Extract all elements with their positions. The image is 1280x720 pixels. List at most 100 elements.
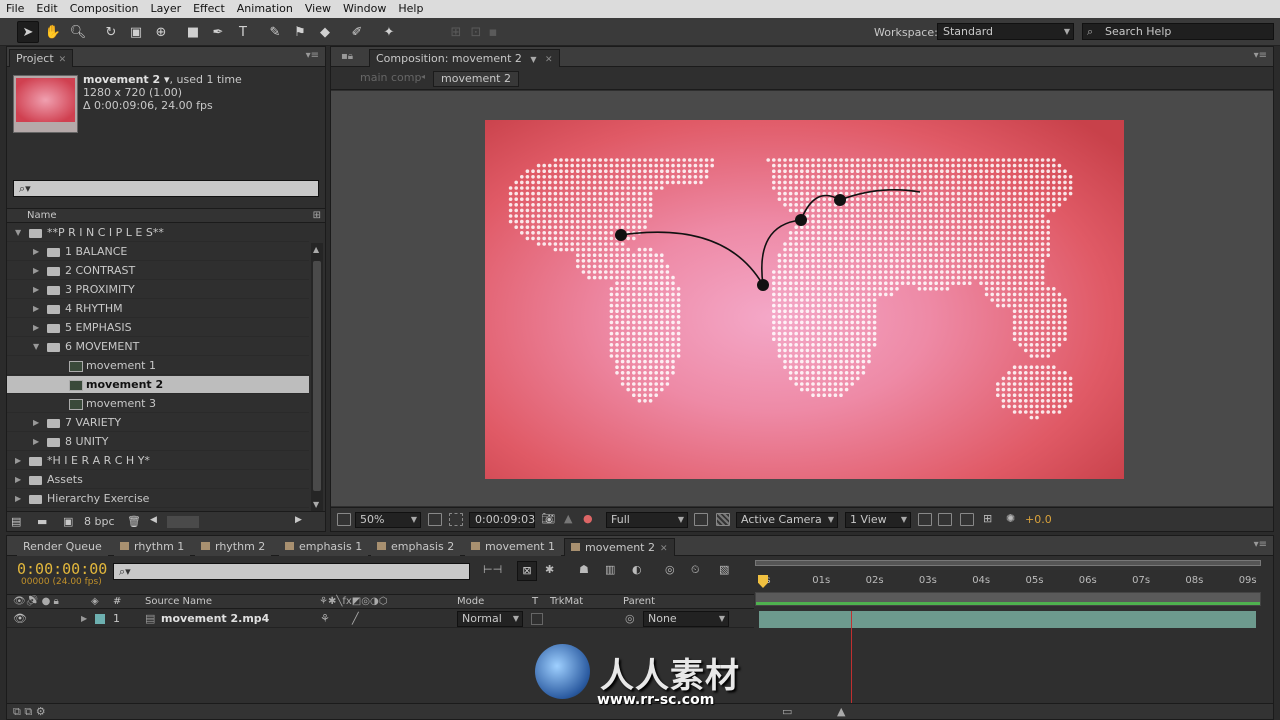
col-source-name[interactable]: Source Name xyxy=(145,595,212,609)
eye-icon[interactable]: 👁︎ xyxy=(13,610,27,628)
close-icon[interactable]: ✕ xyxy=(545,55,553,65)
close-icon[interactable]: ✕ xyxy=(59,55,67,65)
live-update-icon[interactable]: ⊠ xyxy=(517,561,537,581)
rotate-tool-icon[interactable]: ↻ xyxy=(100,21,122,43)
tab-render-queue[interactable]: Render Queue xyxy=(17,538,108,556)
comp-row[interactable]: movement 1 xyxy=(7,357,309,375)
roto-brush-tool-icon[interactable]: ✐ xyxy=(346,21,368,43)
layer-duration-bar[interactable] xyxy=(759,611,1256,628)
folder-row[interactable]: ▶ 8 UNITY xyxy=(7,433,309,451)
pan-behind-tool-icon[interactable]: ⊕ xyxy=(150,21,172,43)
time-ruler[interactable]: 0s01s02s03s04s05s06s07s08s09s xyxy=(755,557,1263,595)
new-folder-icon[interactable]: ▬ xyxy=(37,515,47,528)
workspace-select[interactable]: Standard ▼ xyxy=(937,23,1074,40)
flowchart-icon[interactable]: ⊞ xyxy=(983,512,992,525)
zoom-out-icon[interactable]: ▭ xyxy=(782,705,792,718)
twirl-closed-icon[interactable]: ▶ xyxy=(33,281,39,299)
snapshot-icon[interactable]: 📷︎ xyxy=(541,512,555,525)
menu-layer[interactable]: Layer xyxy=(144,0,187,18)
timeline-search-input[interactable]: ⌕▾ xyxy=(113,563,470,580)
always-preview-icon[interactable] xyxy=(337,513,351,526)
folder-row[interactable]: ▶ Assets xyxy=(7,471,309,489)
auto-keyframe-icon[interactable]: ▧ xyxy=(719,563,729,576)
scroll-left-icon[interactable]: ◀ xyxy=(150,515,157,525)
scroll-up-icon[interactable]: ▲ xyxy=(313,245,319,254)
menu-composition[interactable]: Composition xyxy=(64,0,145,18)
tab-emphasis-1[interactable]: emphasis 1 xyxy=(279,538,369,556)
twirl-open-icon[interactable]: ▼ xyxy=(33,338,39,356)
label-icon[interactable]: ◈ xyxy=(91,595,99,609)
folder-row[interactable]: ▶ 2 CONTRAST xyxy=(7,262,309,280)
clone-stamp-tool-icon[interactable]: ⚑ xyxy=(289,21,311,43)
graph-editor-icon[interactable]: ◎ xyxy=(665,563,675,576)
zoom-select[interactable]: 50% ▼ xyxy=(355,512,421,528)
tab-rhythm-2[interactable]: rhythm 2 xyxy=(195,538,272,556)
comp-row[interactable]: movement 3 xyxy=(7,395,309,413)
selection-tool-icon[interactable]: ➤ xyxy=(17,21,39,43)
pickwhip-icon[interactable]: ◎ xyxy=(625,610,635,628)
menu-animation[interactable]: Animation xyxy=(231,0,299,18)
brush-tool-icon[interactable]: ✎ xyxy=(264,21,286,43)
menu-help[interactable]: Help xyxy=(392,0,429,18)
fast-preview-icon[interactable] xyxy=(938,513,952,526)
camera-tool-icon[interactable]: ▣ xyxy=(125,21,147,43)
tab-composition[interactable]: Composition: movement 2 ▼ ✕ xyxy=(369,49,560,67)
fast-previews-icon[interactable] xyxy=(694,513,708,526)
brainstorm-icon[interactable]: ⏲ xyxy=(691,563,700,577)
tab-rhythm-1[interactable]: rhythm 1 xyxy=(114,538,191,556)
project-search-input[interactable]: ⌕▾ xyxy=(13,180,319,197)
menu-edit[interactable]: Edit xyxy=(30,0,63,18)
label-color-swatch[interactable] xyxy=(95,614,105,624)
lock-icon[interactable]: ▪🔒︎ xyxy=(341,51,353,62)
pen-tool-icon[interactable]: ✒ xyxy=(207,21,229,43)
folder-row[interactable]: ▶ Hierarchy Exercise xyxy=(7,490,309,508)
twirl-icon[interactable]: ▶ xyxy=(81,610,87,628)
folder-row[interactable]: ▶ 7 VARIETY xyxy=(7,414,309,432)
project-scrollbar[interactable]: ▲ ▼ xyxy=(311,243,323,511)
toggle-switches-icon[interactable]: ⧉ ⧉ ⚙ xyxy=(13,705,46,719)
resolution-select[interactable]: Full ▼ xyxy=(606,512,688,528)
comp-mini-flowchart-icon[interactable]: ⊢⊣ xyxy=(483,563,502,576)
rectangle-tool-icon[interactable]: ■ xyxy=(182,21,204,43)
folder-row[interactable]: ▶ 3 PROXIMITY xyxy=(7,281,309,299)
zoom-in-icon[interactable]: ▲ xyxy=(837,705,845,718)
panel-menu-icon[interactable]: ▾≡ xyxy=(306,50,319,61)
work-area-bar[interactable] xyxy=(755,592,1261,606)
menu-view[interactable]: View xyxy=(299,0,337,18)
transparency-grid-icon[interactable] xyxy=(449,513,463,526)
shy-switch-icon[interactable]: ⚘ xyxy=(320,610,330,628)
exposure-value[interactable]: +0.0 xyxy=(1025,513,1052,526)
shy-layers-icon[interactable]: ☗ xyxy=(579,563,589,576)
menu-effect[interactable]: Effect xyxy=(187,0,231,18)
layer-name[interactable]: movement 2.mp4 xyxy=(161,610,269,628)
camera-select[interactable]: Active Camera ▼ xyxy=(736,512,838,528)
twirl-closed-icon[interactable]: ▶ xyxy=(33,319,39,337)
crumb-main-comp[interactable]: main comp xyxy=(353,71,428,87)
flowchart-icon[interactable]: ⊞ xyxy=(313,209,321,222)
tab-project[interactable]: Project ✕ xyxy=(9,49,74,67)
panel-menu-icon[interactable]: ▾≡ xyxy=(1254,539,1267,550)
menu-file[interactable]: File xyxy=(0,0,30,18)
panel-menu-icon[interactable]: ▾≡ xyxy=(1254,50,1267,61)
timeline-timecode[interactable]: 0:00:00:00 xyxy=(17,560,107,578)
twirl-closed-icon[interactable]: ▶ xyxy=(15,452,21,470)
trash-icon[interactable]: 🗑︎ xyxy=(127,515,141,528)
show-snapshot-icon[interactable]: ▲ xyxy=(564,512,572,525)
comp-row[interactable]: movement 2 xyxy=(7,376,309,394)
tab-movement-1[interactable]: movement 1 xyxy=(465,538,561,556)
timeline-icon[interactable] xyxy=(960,513,974,526)
interpret-footage-icon[interactable]: ▤ xyxy=(11,515,21,528)
twirl-closed-icon[interactable]: ▶ xyxy=(33,262,39,280)
twirl-open-icon[interactable]: ▼ xyxy=(15,224,21,242)
scroll-right-icon[interactable]: ▶ xyxy=(295,515,302,525)
time-navigator-bar[interactable] xyxy=(755,560,1261,566)
quality-switch-icon[interactable]: ╱ xyxy=(352,610,359,628)
search-help-input[interactable]: ⌕ Search Help xyxy=(1082,23,1274,40)
project-column-header[interactable]: Name ⊞ xyxy=(7,208,325,223)
twirl-closed-icon[interactable]: ▶ xyxy=(15,490,21,508)
puppet-pin-tool-icon[interactable]: ✦ xyxy=(378,21,400,43)
frame-blending-icon[interactable]: ▥ xyxy=(605,563,615,576)
checkerboard-icon[interactable] xyxy=(716,513,730,526)
twirl-closed-icon[interactable]: ▶ xyxy=(33,300,39,318)
preserve-transparency-checkbox[interactable] xyxy=(531,613,543,625)
